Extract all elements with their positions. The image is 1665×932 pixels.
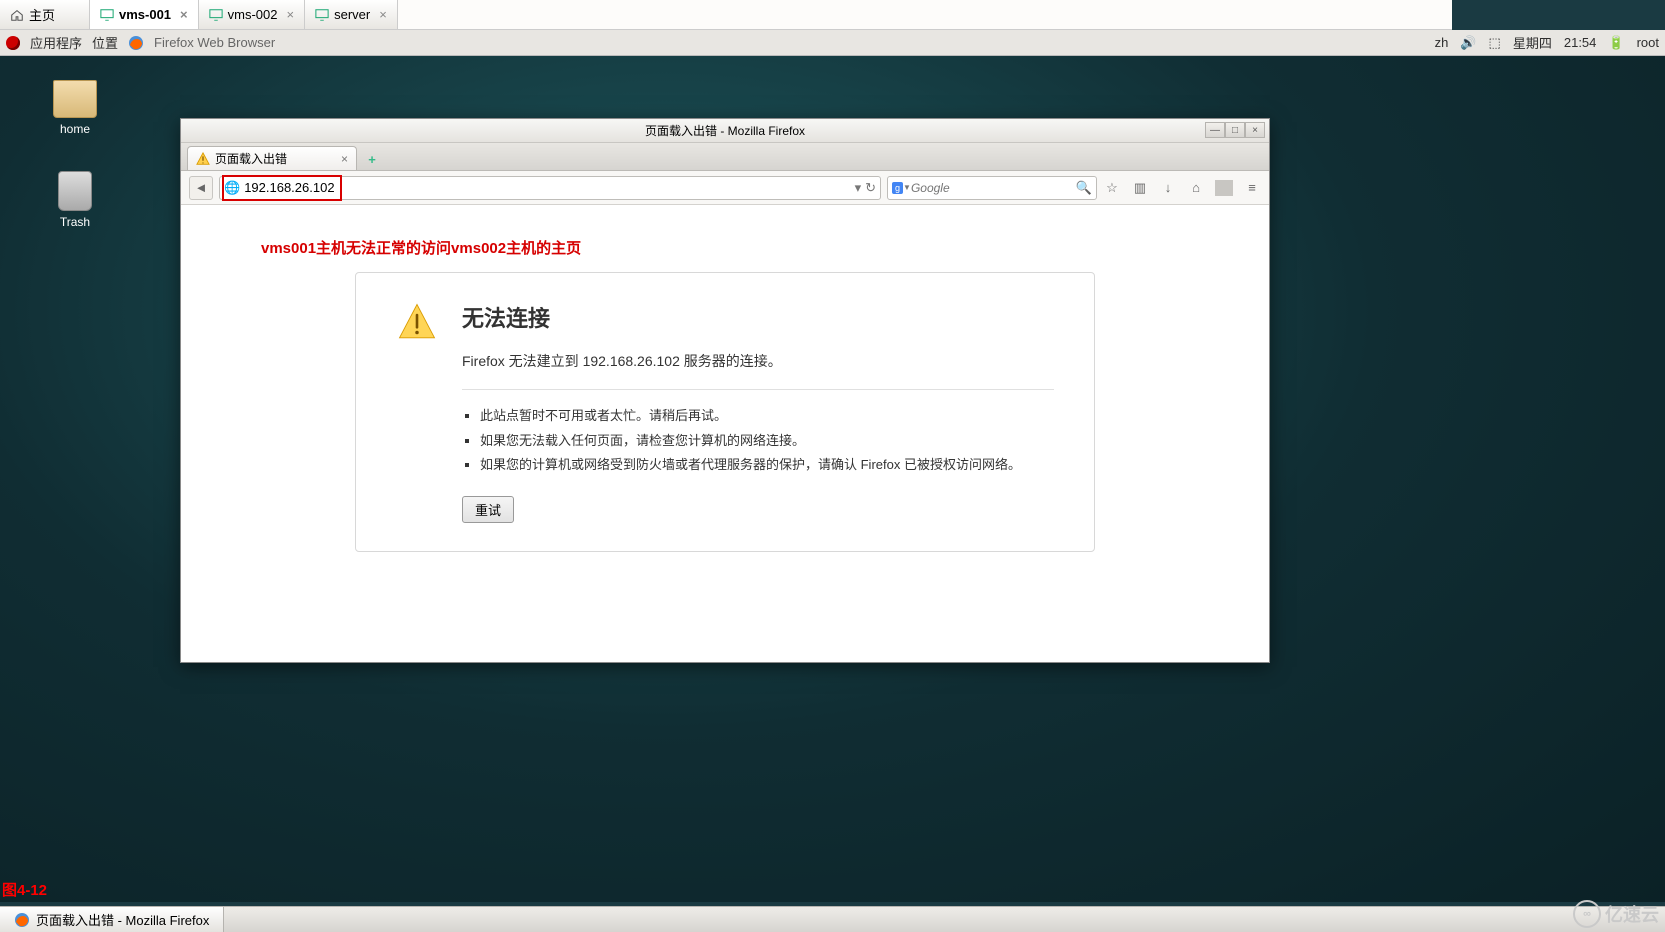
vm-tab-vms001[interactable]: vms-001 × bbox=[90, 0, 199, 29]
desktop: home Trash 页面载入出错 - Mozilla Firefox — □ … bbox=[0, 56, 1665, 902]
warning-icon bbox=[196, 152, 210, 166]
tab-label: 页面载入出错 bbox=[215, 150, 287, 167]
input-method[interactable]: zh bbox=[1435, 35, 1449, 50]
vm-tab-label: 主页 bbox=[29, 5, 55, 24]
figure-caption: 图4-12 bbox=[2, 879, 47, 900]
monitor-icon bbox=[209, 8, 223, 22]
monitor-icon bbox=[100, 8, 114, 22]
close-icon[interactable]: × bbox=[180, 7, 188, 22]
firefox-tab[interactable]: 页面载入出错 × bbox=[187, 146, 357, 170]
list-item: 如果您无法载入任何页面，请检查您计算机的网络连接。 bbox=[480, 429, 1054, 454]
error-message: Firefox 无法建立到 192.168.26.102 服务器的连接。 bbox=[462, 351, 1054, 371]
divider bbox=[462, 389, 1054, 390]
clock-day[interactable]: 星期四 bbox=[1513, 33, 1552, 52]
separator bbox=[1215, 180, 1233, 196]
vm-tab-label: server bbox=[334, 7, 370, 22]
url-input[interactable] bbox=[240, 180, 854, 195]
distro-icon bbox=[6, 36, 20, 50]
window-titlebar[interactable]: 页面载入出错 - Mozilla Firefox — □ × bbox=[181, 119, 1269, 143]
dropdown-icon[interactable]: ▾ bbox=[855, 180, 862, 196]
bookmarks-button[interactable]: ▥ bbox=[1131, 180, 1149, 196]
vm-tab-server[interactable]: server × bbox=[305, 0, 398, 29]
close-icon[interactable]: × bbox=[379, 7, 387, 22]
monitor-icon bbox=[315, 8, 329, 22]
volume-icon[interactable]: 🔊 bbox=[1460, 35, 1476, 51]
error-heading: 无法连接 bbox=[462, 301, 1054, 333]
window-title: 页面载入出错 - Mozilla Firefox bbox=[645, 122, 805, 139]
window-minimize-button[interactable]: — bbox=[1205, 122, 1225, 138]
google-icon: g bbox=[892, 182, 903, 194]
window-close-button[interactable]: × bbox=[1245, 122, 1265, 138]
vm-tab-strip: 主页 vms-001 × vms-002 × server × bbox=[0, 0, 1452, 30]
menu-applications[interactable]: 应用程序 bbox=[30, 33, 82, 52]
search-input[interactable] bbox=[911, 181, 1076, 195]
user-menu[interactable]: root bbox=[1637, 35, 1659, 50]
vm-tab-label: vms-002 bbox=[228, 7, 278, 22]
app-title[interactable]: Firefox Web Browser bbox=[154, 35, 275, 50]
desktop-icon-trash[interactable]: Trash bbox=[30, 171, 120, 229]
home-icon bbox=[10, 8, 24, 22]
clock-time[interactable]: 21:54 bbox=[1564, 35, 1597, 50]
gnome-taskbar: 页面载入出错 - Mozilla Firefox bbox=[0, 906, 1665, 932]
vm-tab-vms002[interactable]: vms-002 × bbox=[199, 0, 305, 29]
icon-label: Trash bbox=[60, 215, 90, 229]
icon-label: home bbox=[60, 122, 90, 136]
downloads-button[interactable]: ↓ bbox=[1159, 180, 1177, 195]
back-button[interactable]: ◄ bbox=[189, 176, 213, 200]
watermark-text: 亿速云 bbox=[1605, 901, 1659, 927]
vm-tab-home[interactable]: 主页 bbox=[0, 0, 90, 29]
new-tab-button[interactable]: + bbox=[361, 148, 383, 170]
error-suggestions: 此站点暂时不可用或者太忙。请稍后再试。 如果您无法载入任何页面，请检查您计算机的… bbox=[462, 404, 1054, 478]
watermark-icon: ∞ bbox=[1573, 900, 1601, 928]
error-container: 无法连接 Firefox 无法建立到 192.168.26.102 服务器的连接… bbox=[355, 272, 1095, 552]
close-icon[interactable]: × bbox=[341, 152, 348, 166]
search-icon[interactable]: 🔍 bbox=[1076, 180, 1092, 196]
globe-icon: 🌐 bbox=[224, 180, 240, 196]
warning-icon bbox=[396, 301, 438, 343]
gnome-top-panel: 应用程序 位置 Firefox Web Browser zh 🔊 ⬚ 星期四 2… bbox=[0, 30, 1665, 56]
trash-icon bbox=[58, 171, 92, 211]
annotation-text: vms001主机无法正常的访问vms002主机的主页 bbox=[261, 237, 1189, 258]
taskbar-item-firefox[interactable]: 页面载入出错 - Mozilla Firefox bbox=[0, 907, 224, 932]
vm-tab-label: vms-001 bbox=[119, 7, 171, 22]
battery-icon[interactable]: 🔋 bbox=[1608, 35, 1624, 51]
search-bar[interactable]: g ▼ 🔍 bbox=[887, 176, 1097, 200]
desktop-icon-home[interactable]: home bbox=[30, 80, 120, 136]
firefox-icon bbox=[128, 35, 144, 51]
page-content: vms001主机无法正常的访问vms002主机的主页 无法连接 Firefox … bbox=[181, 205, 1269, 572]
firefox-nav-toolbar: ◄ 🌐 ▾ ↻ g ▼ 🔍 ☆ ▥ ↓ ⌂ bbox=[181, 171, 1269, 205]
list-item: 此站点暂时不可用或者太忙。请稍后再试。 bbox=[480, 404, 1054, 429]
bookmark-star-button[interactable]: ☆ bbox=[1103, 180, 1121, 196]
url-bar[interactable]: 🌐 ▾ ↻ bbox=[219, 176, 881, 200]
reload-button[interactable]: ↻ bbox=[865, 180, 876, 196]
window-maximize-button[interactable]: □ bbox=[1225, 122, 1245, 138]
close-icon[interactable]: × bbox=[287, 7, 295, 22]
firefox-icon bbox=[14, 912, 30, 928]
chevron-down-icon[interactable]: ▼ bbox=[903, 183, 911, 192]
menu-button[interactable]: ≡ bbox=[1243, 180, 1261, 195]
list-item: 如果您的计算机或网络受到防火墙或者代理服务器的保护，请确认 Firefox 已被… bbox=[480, 453, 1054, 478]
firefox-tab-strip: 页面载入出错 × + bbox=[181, 143, 1269, 171]
taskbar-label: 页面载入出错 - Mozilla Firefox bbox=[36, 910, 209, 929]
menu-places[interactable]: 位置 bbox=[92, 33, 118, 52]
network-icon[interactable]: ⬚ bbox=[1489, 35, 1501, 51]
home-button[interactable]: ⌂ bbox=[1187, 180, 1205, 195]
watermark: ∞ 亿速云 bbox=[1573, 900, 1659, 928]
retry-button[interactable]: 重试 bbox=[462, 496, 514, 523]
folder-icon bbox=[53, 80, 97, 118]
firefox-window: 页面载入出错 - Mozilla Firefox — □ × 页面载入出错 × … bbox=[180, 118, 1270, 663]
